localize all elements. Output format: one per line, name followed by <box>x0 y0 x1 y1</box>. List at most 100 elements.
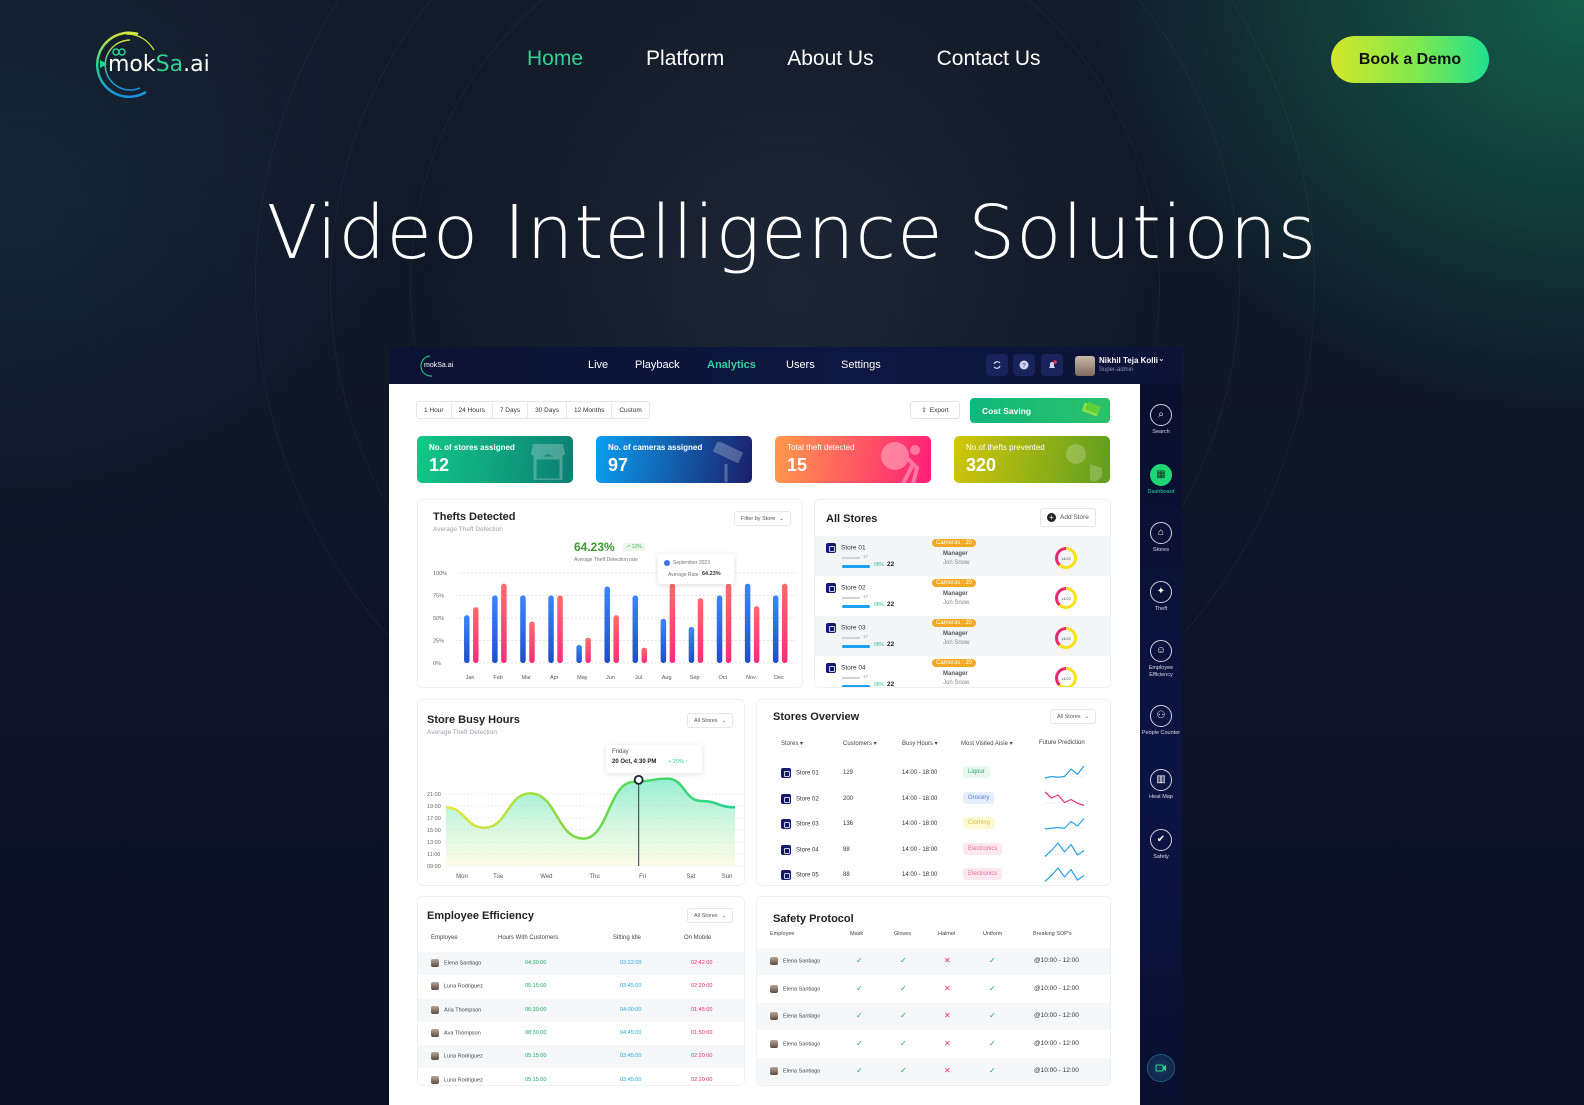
employee-row[interactable]: Ava Thompson 08:30:00 04:45:00 01:50:00 <box>418 1021 744 1045</box>
employee-row[interactable]: Luna Rodriguez 05:15:00 03:45:00 02:20:00 <box>418 975 744 999</box>
site-logo[interactable]: mokSa.ai <box>80 28 210 100</box>
nav-home[interactable]: Home <box>527 47 583 71</box>
column-header[interactable]: Most Visited Aisle ▾ <box>961 740 1013 747</box>
time-filter-30d[interactable]: 30 Days <box>528 402 567 418</box>
dash-nav-analytics[interactable]: Analytics <box>707 359 756 371</box>
dropdown-label: All Stores <box>1057 713 1081 720</box>
kpi-total-theft[interactable]: Total theft detected 15 <box>775 436 931 483</box>
user-avatar[interactable] <box>1075 356 1095 376</box>
help-button[interactable]: ? <box>1013 354 1035 376</box>
add-store-button[interactable]: + Add Store <box>1040 508 1096 527</box>
y-tick-label: 09:00 <box>427 864 441 870</box>
sidebar-item-theft[interactable]: ✦ Theft <box>1140 581 1182 613</box>
sidebar-item-people-counter[interactable]: ⚇ People Counter <box>1140 705 1182 737</box>
overview-row[interactable]: Store 05 88 14:00 - 18:00 Electronics <box>757 866 1112 886</box>
bar-series-b <box>725 583 732 663</box>
user-menu-chevron-icon[interactable]: ⌄ <box>1158 354 1165 363</box>
sparkline-path <box>1044 765 1085 779</box>
store-icon <box>781 819 791 829</box>
sidebar-item-heat-map[interactable]: ▥ Heat Map <box>1140 769 1182 801</box>
overview-row[interactable]: Store 02 200 14:00 - 18:00 Grocery <box>757 790 1112 810</box>
column-header[interactable]: Busy Hours ▾ <box>902 740 938 747</box>
kpi-cameras-assigned[interactable]: No. of cameras assigned 97 <box>596 436 752 483</box>
column-header[interactable]: Customers ▾ <box>843 740 877 747</box>
overview-store-dropdown[interactable]: All Stores ⌄ <box>1050 709 1097 724</box>
efficiency-store-dropdown[interactable]: All Stores ⌄ <box>687 908 734 923</box>
kpi-stores-assigned[interactable]: No. of stores assigned 12 <box>417 436 573 483</box>
time-filter-1h[interactable]: 1 Hour <box>417 402 452 418</box>
store-name-text: Store 03 <box>841 624 866 632</box>
column-header[interactable]: Hours With Customers <box>498 935 558 941</box>
safety-row[interactable]: Elena Santiago ✓ ✓ ✕ ✓ @10:00 - 12:00 <box>757 1058 1110 1085</box>
kpi-thefts-prevented[interactable]: No.of thefts prevented 320 <box>954 436 1110 483</box>
safety-row[interactable]: Elena Santiago ✓ ✓ ✕ ✓ @10:00 - 12:00 <box>757 975 1110 1003</box>
column-header[interactable]: Employee <box>770 931 794 937</box>
safety-row[interactable]: Elena Santiago ✓ ✓ ✕ ✓ @10:00 - 12:00 <box>757 948 1110 975</box>
camera-icon <box>712 442 744 482</box>
breaking-sop-time: @10:00 - 12:00 <box>1034 957 1079 964</box>
column-header[interactable]: Mask <box>850 931 863 937</box>
safety-row[interactable]: Elena Santiago ✓ ✓ ✕ ✓ @10:00 - 12:00 <box>757 1003 1110 1030</box>
trend-sparkline <box>1044 841 1085 857</box>
time-filter-custom[interactable]: Custom <box>612 402 648 418</box>
column-header[interactable]: Future Prediction <box>1039 740 1085 746</box>
occupancy-ratio: 14/22 <box>1058 630 1074 646</box>
employee-name-text: Elena Santiago <box>783 985 821 992</box>
column-header[interactable]: Gloves <box>894 931 911 937</box>
column-header[interactable]: Halmet <box>938 931 955 937</box>
sidebar-item-dashboard[interactable]: ▦ Dashboard <box>1140 464 1182 496</box>
nav-platform[interactable]: Platform <box>646 47 724 71</box>
store-row[interactable]: Store 04 17 08% 22 Cameras : 20 Manager Jon Sn… <box>815 656 1110 687</box>
sidebar-item-search[interactable]: ⌕ Search <box>1140 404 1182 436</box>
store-name: Store 01 <box>826 543 866 553</box>
time-filter-12m[interactable]: 12 Months <box>567 402 613 418</box>
store-row[interactable]: Store 01 17 08% 22 Cameras : 20 Manager Jon Sn… <box>815 536 1110 576</box>
overview-row[interactable]: Store 01 129 14:00 - 18:00 Liqour <box>757 764 1112 784</box>
time-filter-24h[interactable]: 24 Hours <box>452 402 493 418</box>
overview-row[interactable]: Store 03 136 14:00 - 18:00 Clothing <box>757 815 1112 835</box>
busy-hours-cell: 14:00 - 18:00 <box>902 821 938 827</box>
employee-row[interactable]: Elena Santiago 04:30:00 03:22:00 02:42:00 <box>418 952 744 975</box>
dashboard-logo[interactable]: mokSa.ai <box>416 354 462 378</box>
book-demo-button[interactable]: Book a Demo <box>1331 36 1489 83</box>
store-row[interactable]: Store 03 17 08% 22 Cameras : 20 Manager Jon Sn… <box>815 616 1110 656</box>
sidebar-item-employee-efficiency[interactable]: ☺ Employee Efficiency <box>1140 640 1182 678</box>
nav-contact-us[interactable]: Contact Us <box>937 47 1041 71</box>
capacity-pct: 08% <box>874 562 885 568</box>
safety-row[interactable]: Elena Santiago ✓ ✓ ✕ ✓ @10:00 - 12:00 <box>757 1030 1110 1058</box>
dash-nav-live[interactable]: Live <box>588 359 608 371</box>
column-header[interactable]: Breaking SOP's <box>1033 931 1072 937</box>
dash-nav-playback[interactable]: Playback <box>635 359 680 371</box>
sidebar-item-stores[interactable]: ⌂ Stores <box>1140 522 1182 554</box>
gloves-check-icon: ✓ <box>900 983 907 993</box>
column-header[interactable]: Employee <box>431 935 458 941</box>
nav-about-us[interactable]: About Us <box>787 47 873 71</box>
cost-saving-button[interactable]: Cost Saving <box>970 398 1110 423</box>
column-header[interactable]: Uniform <box>983 931 1002 937</box>
export-button[interactable]: ⇪ Export <box>910 401 960 419</box>
dash-nav-users[interactable]: Users <box>786 359 815 371</box>
sparkline-path <box>1044 818 1085 830</box>
employee-row[interactable]: Luna Rodriguez 05:15:00 03:45:00 02:20:00 <box>418 1068 744 1085</box>
gloves-check-icon: ✓ <box>900 1011 907 1020</box>
column-header[interactable]: On Mobile <box>684 935 711 941</box>
theft-icon-glyph: ✦ <box>1156 586 1166 597</box>
refresh-button[interactable] <box>986 354 1008 376</box>
overview-row[interactable]: Store 04 88 14:00 - 18:00 Electronics <box>757 841 1112 861</box>
column-header[interactable]: Stores ▾ <box>781 740 803 747</box>
employee-row[interactable]: Aria Thompson 06:30:00 04:00:00 01:45:00 <box>418 998 744 1022</box>
user-name[interactable]: Nikhil Teja Kolli <box>1099 356 1158 365</box>
store-busy-hours-card: Store Busy Hours Average Theft Detection… <box>417 699 745 886</box>
bar-series-b <box>557 595 563 663</box>
column-header[interactable]: Sitting Idle <box>613 935 641 941</box>
sidebar-item-safety[interactable]: ✔ Safety <box>1140 829 1182 861</box>
employee-row[interactable]: Luna Rodriguez 05:15:00 03:45:00 02:20:00 <box>418 1045 744 1069</box>
time-filter-7d[interactable]: 7 Days <box>493 402 529 418</box>
store-row[interactable]: Store 02 17 08% 22 Cameras : 20 Manager Jon Sn… <box>815 576 1110 616</box>
store-name: Store 02 <box>826 583 866 593</box>
employee-name: Elena Santiago <box>770 957 820 965</box>
occupancy-ring: 14/22 <box>1055 587 1077 609</box>
notifications-button[interactable] <box>1041 354 1063 376</box>
dash-nav-settings[interactable]: Settings <box>841 359 881 371</box>
live-camera-fab[interactable] <box>1147 1054 1175 1082</box>
